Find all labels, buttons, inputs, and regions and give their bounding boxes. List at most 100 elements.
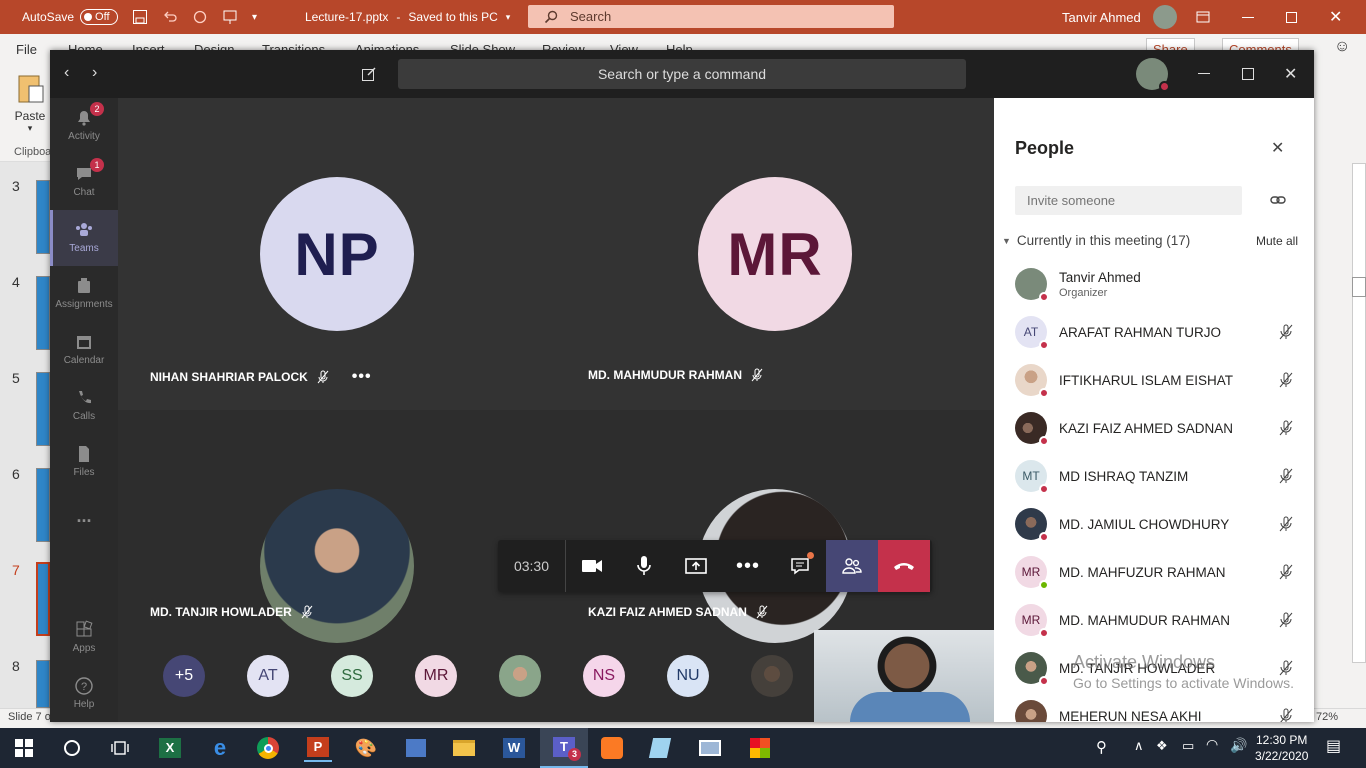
self-video-preview[interactable]: [814, 630, 994, 722]
file-explorer-taskbar-button[interactable]: [450, 734, 478, 762]
people-tray-icon[interactable]: ⚲: [1096, 738, 1107, 756]
volume-icon[interactable]: 🔊: [1230, 737, 1247, 754]
rail-apps[interactable]: Apps: [50, 610, 118, 666]
participant-row[interactable]: Tanvir Ahmed Organizer: [1015, 262, 1295, 306]
autosave-toggle[interactable]: Off: [80, 9, 119, 25]
overflow-participants[interactable]: +5: [163, 655, 205, 697]
participant-row[interactable]: KAZI FAIZ AHMED SADNAN: [1015, 406, 1295, 450]
rail-help[interactable]: ? Help: [50, 666, 118, 722]
ppt-user-name[interactable]: Tanvir Ahmed: [1062, 10, 1141, 25]
mic-off-icon[interactable]: [1277, 323, 1295, 341]
task-view-button[interactable]: [106, 734, 134, 762]
mute-all-button[interactable]: Mute all: [1256, 234, 1298, 248]
slide-thumbnail[interactable]: [36, 180, 50, 254]
hang-up-button[interactable]: [878, 540, 930, 592]
mic-off-icon[interactable]: [1277, 419, 1295, 437]
command-search-box[interactable]: Search or type a command: [398, 59, 966, 89]
powerpoint-taskbar-button[interactable]: P: [304, 734, 332, 762]
user-avatar[interactable]: [1152, 5, 1177, 29]
document-title[interactable]: Lecture-17.pptx - Saved to this PC ▾: [305, 0, 510, 34]
invite-input[interactable]: [1015, 186, 1242, 215]
participant-row[interactable]: IFTIKHARUL ISLAM EISHAT: [1015, 358, 1295, 402]
show-hidden-icons[interactable]: ∧: [1134, 738, 1144, 754]
camera-button[interactable]: [566, 540, 618, 592]
maximize-icon[interactable]: [1242, 68, 1254, 80]
ribbon-display-icon[interactable]: [1196, 11, 1210, 23]
more-actions-button[interactable]: •••: [722, 540, 774, 592]
rail-activity[interactable]: Activity 2: [50, 98, 118, 154]
mic-off-icon[interactable]: [1277, 611, 1295, 629]
minimize-icon[interactable]: [1198, 73, 1210, 74]
presentation-icon[interactable]: [222, 9, 238, 25]
close-icon[interactable]: ✕: [1329, 7, 1342, 27]
paste-button[interactable]: Paste ▾: [12, 72, 48, 134]
network-icon[interactable]: ▭: [1182, 738, 1194, 754]
mic-off-icon[interactable]: [1277, 467, 1295, 485]
dropbox-icon[interactable]: ❖: [1156, 738, 1168, 754]
back-arrow-icon[interactable]: ‹: [64, 64, 69, 82]
mic-off-icon[interactable]: [1277, 371, 1295, 389]
edge-taskbar-button[interactable]: e: [206, 734, 234, 762]
xampp-taskbar-button[interactable]: [598, 734, 626, 762]
mic-off-icon[interactable]: [1277, 515, 1295, 533]
wifi-icon[interactable]: ◠: [1206, 736, 1218, 753]
teams-user-avatar[interactable]: [1136, 58, 1170, 92]
copy-link-icon[interactable]: [1270, 193, 1286, 207]
scrollbar-thumb[interactable]: [1352, 277, 1366, 297]
rail-chat[interactable]: Chat 1: [50, 154, 118, 210]
restore-icon[interactable]: [1286, 11, 1297, 23]
compose-icon[interactable]: [361, 66, 377, 82]
participant-row[interactable]: AT ARAFAT RAHMAN TURJO: [1015, 310, 1295, 354]
remote-taskbar-button[interactable]: [696, 734, 724, 762]
participant-row[interactable]: MT MD ISHRAQ TANZIM: [1015, 454, 1295, 498]
participant-tile[interactable]: NP NIHAN SHAHRIAR PALOCK •••: [118, 98, 556, 410]
participant-avatar-small[interactable]: NU: [667, 655, 709, 697]
action-center-icon[interactable]: ▤: [1326, 736, 1341, 756]
participant-avatar-small[interactable]: AT: [247, 655, 289, 697]
rail-files[interactable]: Files: [50, 434, 118, 490]
mic-off-icon[interactable]: [1277, 563, 1295, 581]
redo-icon[interactable]: [192, 9, 208, 25]
rail-calls[interactable]: Calls: [50, 378, 118, 434]
clock[interactable]: 12:30 PM 3/22/2020: [1255, 732, 1308, 764]
share-screen-button[interactable]: [670, 540, 722, 592]
show-participants-button[interactable]: [826, 540, 878, 592]
participant-row[interactable]: MR MD. MAHFUZUR RAHMAN: [1015, 550, 1295, 594]
participant-tile[interactable]: MR MD. MAHMUDUR RAHMAN: [556, 98, 994, 410]
participant-avatar-small[interactable]: [499, 655, 541, 697]
close-panel-icon[interactable]: ✕: [1271, 138, 1284, 158]
zoom-level[interactable]: 72%: [1316, 711, 1338, 723]
store-taskbar-button[interactable]: [746, 734, 774, 762]
undo-icon[interactable]: [162, 9, 178, 25]
ppt-search-box[interactable]: Search: [528, 5, 894, 28]
participant-avatar-small[interactable]: [751, 655, 793, 697]
notes-taskbar-button[interactable]: [646, 734, 674, 762]
smiley-icon[interactable]: ☺: [1334, 38, 1350, 56]
slide-thumbnail[interactable]: [36, 372, 50, 446]
minimize-icon[interactable]: [1242, 16, 1254, 18]
participant-avatar-small[interactable]: MR: [415, 655, 457, 697]
chrome-taskbar-button[interactable]: [254, 734, 282, 762]
mic-off-icon[interactable]: [1277, 659, 1295, 677]
rail-more[interactable]: ...: [50, 490, 118, 546]
teams-taskbar-button[interactable]: T 3: [540, 728, 588, 768]
scrollbar-track[interactable]: [1352, 163, 1366, 663]
microphone-button[interactable]: [618, 540, 670, 592]
more-options-icon[interactable]: •••: [352, 368, 372, 386]
autosave-control[interactable]: AutoSave Off: [22, 0, 119, 34]
excel-taskbar-button[interactable]: X: [156, 734, 184, 762]
mic-off-icon[interactable]: [1277, 707, 1295, 722]
word-taskbar-button[interactable]: W: [500, 734, 528, 762]
rail-calendar[interactable]: Calendar: [50, 322, 118, 378]
participant-row[interactable]: MD. JAMIUL CHOWDHURY: [1015, 502, 1295, 546]
slide-thumbnail[interactable]: [36, 660, 50, 708]
participant-avatar-small[interactable]: NS: [583, 655, 625, 697]
menu-file[interactable]: File: [16, 42, 37, 57]
slide-thumbnail-current[interactable]: [36, 562, 50, 636]
network-app-taskbar-button[interactable]: [402, 734, 430, 762]
start-button[interactable]: [10, 734, 38, 762]
slide-thumbnail[interactable]: [36, 468, 50, 542]
close-icon[interactable]: ✕: [1284, 64, 1297, 84]
paint-taskbar-button[interactable]: 🎨: [352, 734, 380, 762]
participant-row[interactable]: MD. TANJIR HOWLADER: [1015, 646, 1295, 690]
